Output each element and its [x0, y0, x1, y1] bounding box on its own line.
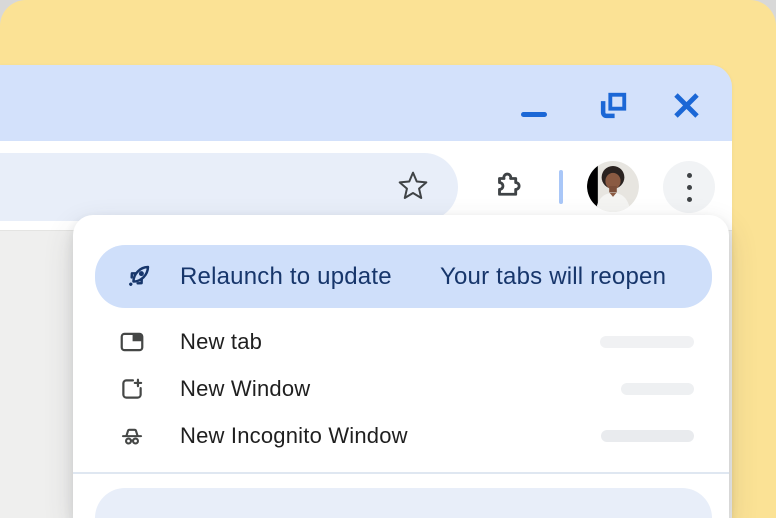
menu-item-new-incognito-window[interactable]: New Incognito Window	[73, 412, 729, 459]
hero-canvas: Relaunch to update Your tabs will reopen…	[0, 0, 776, 518]
bookmark-star-button[interactable]	[397, 171, 429, 203]
restore-icon	[598, 109, 628, 124]
close-icon	[671, 109, 702, 124]
menu-item-new-tab[interactable]: New tab	[73, 318, 729, 365]
restore-button[interactable]	[598, 91, 628, 121]
incognito-icon	[118, 422, 146, 450]
avatar-photo	[587, 161, 639, 213]
profile-avatar[interactable]	[587, 161, 639, 213]
browser-dropdown-menu: Relaunch to update Your tabs will reopen…	[73, 215, 729, 518]
relaunch-label: Relaunch to update	[180, 245, 392, 308]
menu-item-partially-visible[interactable]	[95, 488, 712, 518]
extensions-puzzle-icon	[492, 168, 528, 207]
shortcut-placeholder-bar	[600, 336, 694, 348]
new-window-icon	[118, 375, 146, 403]
close-button[interactable]	[671, 90, 702, 121]
address-bar[interactable]	[0, 153, 458, 221]
menu-item-label: New tab	[180, 329, 262, 355]
menu-item-relaunch-to-update[interactable]: Relaunch to update Your tabs will reopen	[95, 245, 712, 308]
shortcut-placeholder-bar	[621, 383, 694, 395]
menu-item-label: New Window	[180, 376, 310, 402]
browser-menu-button[interactable]	[663, 161, 715, 213]
star-icon	[397, 170, 429, 205]
extensions-button[interactable]	[492, 169, 528, 205]
relaunch-note: Your tabs will reopen	[440, 245, 666, 308]
rocket-icon	[121, 259, 156, 299]
menu-separator	[73, 472, 729, 474]
new-tab-icon	[118, 328, 146, 356]
shortcut-placeholder-bar	[601, 430, 694, 442]
menu-item-label: New Incognito Window	[180, 423, 408, 449]
menu-item-new-window[interactable]: New Window	[73, 365, 729, 412]
toolbar-divider	[559, 170, 563, 204]
minimize-button[interactable]	[521, 112, 547, 117]
window-titlebar	[0, 65, 732, 141]
three-dot-menu-icon	[687, 173, 692, 178]
